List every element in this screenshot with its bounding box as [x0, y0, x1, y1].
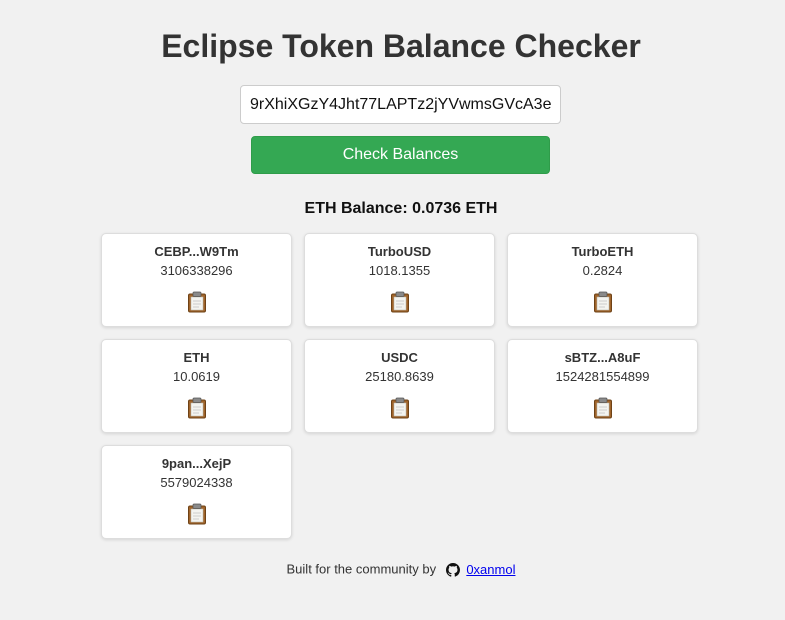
copy-button[interactable] — [390, 291, 410, 313]
wallet-address-input[interactable] — [240, 85, 561, 124]
clipboard-icon — [594, 291, 612, 313]
check-balances-button[interactable]: Check Balances — [251, 136, 550, 174]
token-card: 9pan...XejP 5579024338 — [101, 445, 292, 539]
token-card: ETH 10.0619 — [101, 339, 292, 433]
page-title: Eclipse Token Balance Checker — [161, 28, 641, 64]
token-name: CEBP...W9Tm — [154, 244, 239, 259]
copy-button[interactable] — [593, 397, 613, 419]
token-balance: 0.2824 — [582, 263, 623, 278]
token-card: TurboUSD 1018.1355 — [304, 233, 495, 327]
token-name: USDC — [381, 350, 418, 365]
token-balance: 1018.1355 — [368, 263, 431, 278]
token-balance: 5579024338 — [160, 475, 233, 490]
token-card: USDC 25180.8639 — [304, 339, 495, 433]
clipboard-icon — [188, 291, 206, 313]
clipboard-icon — [594, 397, 612, 419]
copy-button[interactable] — [593, 291, 613, 313]
token-balance: 1524281554899 — [555, 369, 650, 384]
page: Eclipse Token Balance Checker Check Bala… — [0, 0, 785, 620]
copy-button[interactable] — [187, 503, 207, 525]
footer-text: Built for the community by — [286, 561, 437, 577]
copy-button[interactable] — [187, 291, 207, 313]
footer: Built for the community by 0xanmol — [0, 560, 785, 579]
token-name: TurboETH — [571, 244, 634, 259]
token-card: sBTZ...A8uF 1524281554899 — [507, 339, 698, 433]
token-card: TurboETH 0.2824 — [507, 233, 698, 327]
clipboard-icon — [188, 503, 206, 525]
token-name: 9pan...XejP — [161, 456, 232, 471]
copy-button[interactable] — [187, 397, 207, 419]
token-name: sBTZ...A8uF — [564, 350, 641, 365]
clipboard-icon — [188, 397, 206, 419]
token-balance: 3106338296 — [160, 263, 233, 278]
token-balance: 25180.8639 — [365, 369, 434, 384]
token-card: CEBP...W9Tm 3106338296 — [101, 233, 292, 327]
eth-balance: ETH Balance: 0.0736 ETH — [304, 200, 498, 217]
copy-button[interactable] — [390, 397, 410, 419]
github-icon — [445, 562, 460, 577]
token-balance: 10.0619 — [173, 369, 220, 384]
author-link[interactable]: 0xanmol — [466, 562, 515, 577]
token-name: TurboUSD — [367, 244, 432, 259]
clipboard-icon — [391, 291, 409, 313]
clipboard-icon — [391, 397, 409, 419]
token-name: ETH — [183, 350, 210, 365]
